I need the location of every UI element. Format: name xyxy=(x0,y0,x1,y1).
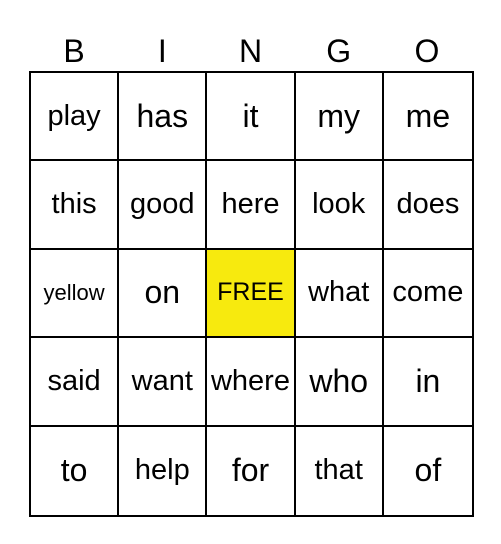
bingo-cell[interactable]: play xyxy=(31,73,120,162)
bingo-cell[interactable]: me xyxy=(383,73,472,162)
bingo-cell[interactable]: come xyxy=(383,250,472,339)
header-letter-i: I xyxy=(157,33,167,69)
bingo-cell[interactable]: that xyxy=(296,426,384,515)
bingo-cell[interactable]: does xyxy=(383,161,472,250)
bingo-cell[interactable]: for xyxy=(207,426,296,515)
bingo-cell[interactable]: this xyxy=(31,161,120,250)
bingo-cell[interactable]: look xyxy=(295,161,384,250)
header-letter-b: B xyxy=(63,33,85,69)
bingo-cell[interactable]: said xyxy=(31,338,120,427)
bingo-cell[interactable]: in xyxy=(383,338,472,427)
bingo-cell[interactable]: it xyxy=(207,73,296,162)
bingo-cell[interactable]: has xyxy=(119,73,208,162)
bingo-cell[interactable]: who xyxy=(295,338,384,427)
bingo-cell[interactable]: my xyxy=(295,73,384,162)
free-space[interactable]: FREE xyxy=(207,249,296,339)
bingo-cell[interactable]: on xyxy=(119,249,208,339)
bingo-cell[interactable]: yellow xyxy=(31,249,120,339)
bingo-cell[interactable]: what xyxy=(295,249,384,339)
bingo-grid: play has it my me this good here look does yellow o… xyxy=(29,71,474,517)
header-letter-g: G xyxy=(326,33,352,69)
bingo-cell[interactable]: here xyxy=(207,161,296,250)
bingo-cell[interactable]: want xyxy=(119,338,208,427)
bingo-header: B I N G O xyxy=(30,30,471,72)
bingo-cell[interactable]: to xyxy=(31,426,120,515)
bingo-cell[interactable]: of xyxy=(384,427,472,515)
bingo-cell[interactable]: where xyxy=(207,338,296,427)
bingo-cell[interactable]: help xyxy=(119,426,208,515)
header-letter-n: N xyxy=(238,33,263,69)
header-letter-o: O xyxy=(414,33,440,69)
bingo-cell[interactable]: good xyxy=(119,161,208,250)
